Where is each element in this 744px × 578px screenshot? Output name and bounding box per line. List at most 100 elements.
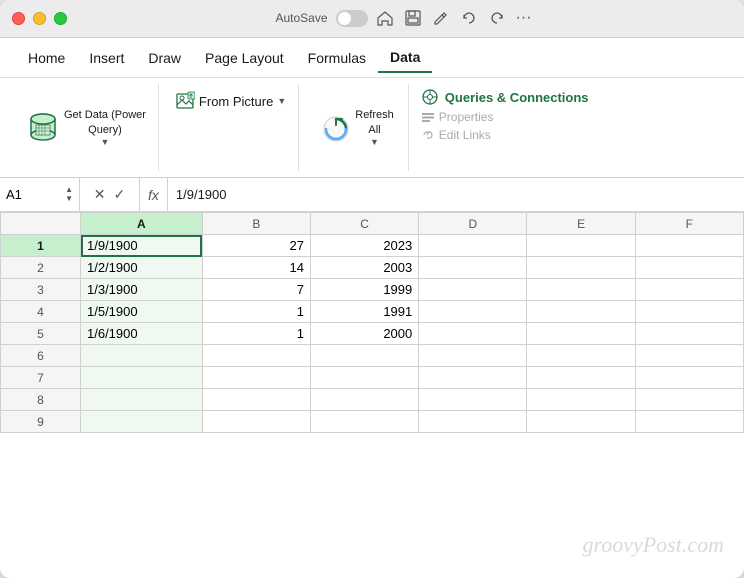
cell-e3[interactable] (527, 279, 635, 301)
menu-insert[interactable]: Insert (77, 44, 136, 72)
cell-a3[interactable]: 1/3/1900 (81, 279, 203, 301)
cell-c2[interactable]: 2003 (311, 257, 419, 279)
get-data-dropdown-arrow[interactable]: ▼ (101, 137, 110, 147)
cell-e1[interactable] (527, 235, 635, 257)
cell-c7[interactable] (311, 367, 419, 389)
cell-a6[interactable] (81, 345, 203, 367)
cell-c1[interactable]: 2023 (311, 235, 419, 257)
menu-page-layout[interactable]: Page Layout (193, 44, 296, 72)
cell-f8[interactable] (635, 389, 743, 411)
cell-d5[interactable] (419, 323, 527, 345)
cell-b3[interactable]: 7 (202, 279, 310, 301)
more-icon[interactable]: ··· (516, 9, 532, 27)
cell-f1[interactable] (635, 235, 743, 257)
cell-b7[interactable] (202, 367, 310, 389)
col-header-e[interactable]: E (527, 213, 635, 235)
cell-c5[interactable]: 2000 (311, 323, 419, 345)
cell-ref-arrows: ▲ ▼ (65, 186, 73, 203)
cell-d7[interactable] (419, 367, 527, 389)
from-picture-button[interactable]: From Picture ▼ (171, 88, 290, 114)
menu-data[interactable]: Data (378, 43, 432, 73)
corner-cell (1, 213, 81, 235)
cell-e7[interactable] (527, 367, 635, 389)
title-bar: AutoSave (0, 0, 744, 38)
cell-ref-value: A1 (6, 187, 22, 202)
cell-e8[interactable] (527, 389, 635, 411)
cell-e9[interactable] (527, 411, 635, 433)
formula-input[interactable]: 1/9/1900 (168, 187, 744, 202)
cell-a5[interactable]: 1/6/1900 (81, 323, 203, 345)
formula-fx-label: fx (140, 178, 168, 211)
cell-b8[interactable] (202, 389, 310, 411)
cell-f6[interactable] (635, 345, 743, 367)
row-num-2: 2 (1, 257, 81, 279)
queries-connections-label: Queries & Connections (445, 90, 589, 105)
cell-c9[interactable] (311, 411, 419, 433)
cell-b9[interactable] (202, 411, 310, 433)
cell-d6[interactable] (419, 345, 527, 367)
cell-a1[interactable]: 1/9/1900 (81, 235, 203, 257)
cell-f2[interactable] (635, 257, 743, 279)
home-icon[interactable] (376, 9, 394, 27)
cell-ref-up-arrow[interactable]: ▲ (65, 186, 73, 194)
formula-confirm-icon[interactable]: ✓ (114, 186, 126, 203)
minimize-button[interactable] (33, 12, 46, 25)
formula-controls: ✕ ✓ (80, 178, 140, 211)
save-icon[interactable] (404, 9, 422, 27)
close-button[interactable] (12, 12, 25, 25)
cell-f7[interactable] (635, 367, 743, 389)
cell-d8[interactable] (419, 389, 527, 411)
get-data-button[interactable]: Get Data (PowerQuery) ▼ (24, 108, 146, 147)
from-picture-label: From Picture (199, 94, 273, 109)
cell-e6[interactable] (527, 345, 635, 367)
cell-a2[interactable]: 1/2/1900 (81, 257, 203, 279)
col-header-d[interactable]: D (419, 213, 527, 235)
redo-icon[interactable] (488, 9, 506, 27)
table-row: 8 (1, 389, 744, 411)
col-header-a[interactable]: A (81, 213, 203, 235)
refresh-all-button[interactable]: RefreshAll ▼ (313, 105, 398, 150)
cell-c6[interactable] (311, 345, 419, 367)
cell-ref-down-arrow[interactable]: ▼ (65, 195, 73, 203)
cell-reference-box[interactable]: A1 ▲ ▼ (0, 178, 80, 211)
cell-d3[interactable] (419, 279, 527, 301)
edit-icon[interactable] (432, 9, 450, 27)
cell-c4[interactable]: 1991 (311, 301, 419, 323)
cell-c3[interactable]: 1999 (311, 279, 419, 301)
cell-b2[interactable]: 14 (202, 257, 310, 279)
cell-d2[interactable] (419, 257, 527, 279)
cell-f5[interactable] (635, 323, 743, 345)
menu-formulas[interactable]: Formulas (296, 44, 378, 72)
queries-connections-button[interactable]: Queries & Connections (421, 88, 724, 106)
table-row: 7 (1, 367, 744, 389)
cell-d1[interactable] (419, 235, 527, 257)
cell-c8[interactable] (311, 389, 419, 411)
maximize-button[interactable] (54, 12, 67, 25)
cell-b5[interactable]: 1 (202, 323, 310, 345)
col-header-f[interactable]: F (635, 213, 743, 235)
menu-draw[interactable]: Draw (136, 44, 193, 72)
cell-a7[interactable] (81, 367, 203, 389)
cell-e4[interactable] (527, 301, 635, 323)
cell-f9[interactable] (635, 411, 743, 433)
col-header-c[interactable]: C (311, 213, 419, 235)
undo-icon[interactable] (460, 9, 478, 27)
cell-e2[interactable] (527, 257, 635, 279)
cell-b4[interactable]: 1 (202, 301, 310, 323)
cell-b6[interactable] (202, 345, 310, 367)
cell-a9[interactable] (81, 411, 203, 433)
cell-b1[interactable]: 27 (202, 235, 310, 257)
excel-window: AutoSave (0, 0, 744, 578)
cell-a8[interactable] (81, 389, 203, 411)
cell-d9[interactable] (419, 411, 527, 433)
cell-f4[interactable] (635, 301, 743, 323)
col-header-b[interactable]: B (202, 213, 310, 235)
cell-f3[interactable] (635, 279, 743, 301)
menu-home[interactable]: Home (16, 44, 77, 72)
cell-a4[interactable]: 1/5/1900 (81, 301, 203, 323)
formula-cancel-icon[interactable]: ✕ (94, 186, 106, 203)
refresh-all-dropdown-arrow[interactable]: ▼ (370, 137, 379, 147)
cell-d4[interactable] (419, 301, 527, 323)
cell-e5[interactable] (527, 323, 635, 345)
autosave-toggle[interactable] (336, 10, 368, 27)
